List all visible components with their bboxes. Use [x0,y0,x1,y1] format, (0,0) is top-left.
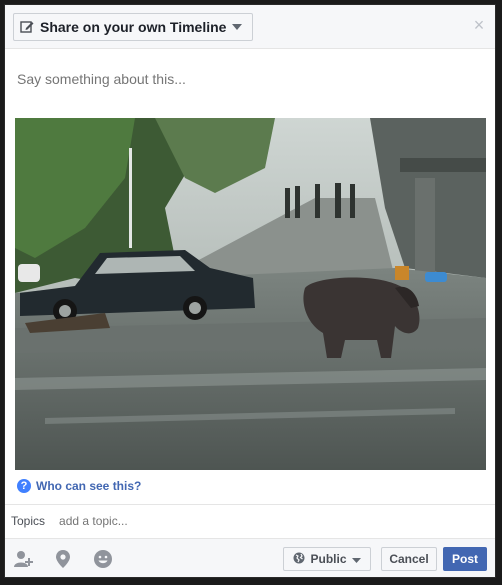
photo-image [15,118,486,470]
edit-icon [20,20,34,34]
share-dialog: Share on your own Timeline × Say somethi… [4,4,496,578]
who-can-see-this-link[interactable]: ? Who can see this? [17,477,141,495]
privacy-label: Public [310,552,347,566]
shared-photo[interactable] [15,118,486,470]
close-icon[interactable]: × [471,16,487,34]
topic-input[interactable] [57,513,362,529]
who-can-see-this-label: Who can see this? [36,479,142,493]
status-composer-input[interactable] [15,63,489,95]
topics-row: Topics [5,504,495,537]
chevron-down-icon [351,552,361,566]
dialog-footer: Public Cancel Post [5,538,495,577]
location-pin-icon[interactable] [53,549,73,569]
topics-label: Topics [11,514,46,528]
share-destination-button[interactable]: Share on your own Timeline [13,13,254,41]
post-button[interactable]: Post [443,547,487,571]
globe-icon [293,552,305,567]
share-destination-label: Share on your own Timeline [40,19,227,35]
cancel-button[interactable]: Cancel [381,547,437,571]
chevron-down-icon [232,24,243,30]
tag-people-icon[interactable] [13,549,33,569]
dialog-header: Share on your own Timeline × [5,5,495,49]
question-icon: ? [17,479,31,493]
privacy-selector-button[interactable]: Public [283,547,371,571]
feeling-emoji-icon[interactable] [93,549,113,569]
